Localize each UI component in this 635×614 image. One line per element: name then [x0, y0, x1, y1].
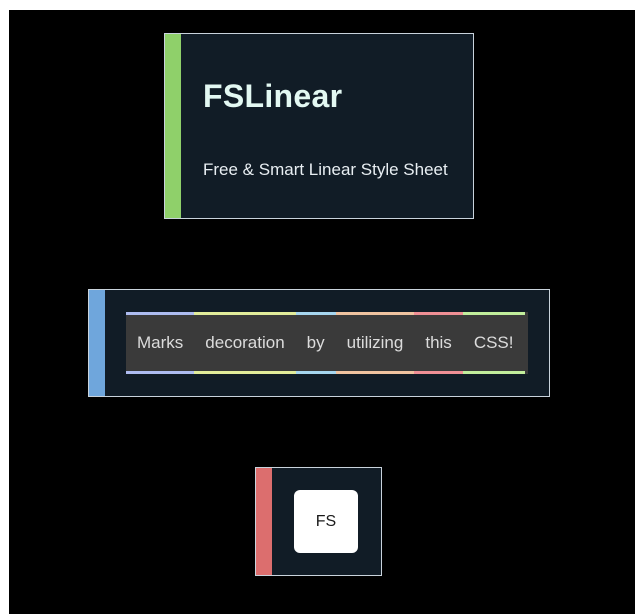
hero-title: FSLinear: [203, 78, 343, 114]
mark-word: CSS!: [462, 312, 525, 374]
badge-card: FS: [255, 467, 382, 576]
page-background: FSLinear Free & Smart Linear Style Sheet…: [9, 10, 635, 614]
marks-card: Marks decoration by utilizing this CSS!: [88, 289, 550, 397]
hero-subtitle: Free & Smart Linear Style Sheet: [203, 160, 448, 179]
red-accent-stripe: [256, 468, 272, 575]
fs-badge: FS: [294, 490, 358, 553]
mark-word: utilizing: [335, 312, 415, 374]
mark-word: by: [295, 312, 336, 374]
blue-accent-stripe: [89, 290, 105, 396]
title-card: FSLinear Free & Smart Linear Style Sheet: [164, 33, 474, 219]
marks-row: Marks decoration by utilizing this CSS!: [126, 312, 525, 374]
green-accent-stripe: [165, 34, 181, 218]
mark-word: decoration: [194, 312, 296, 374]
mark-word: this: [414, 312, 463, 374]
mark-word: Marks: [126, 312, 195, 374]
marks-demo-box: Marks decoration by utilizing this CSS!: [126, 312, 528, 374]
